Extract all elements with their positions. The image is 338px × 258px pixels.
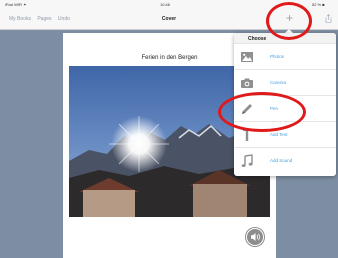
speaker-icon: [246, 228, 264, 246]
menu-label-add-text: Add Text: [270, 132, 288, 137]
share-icon[interactable]: [325, 14, 332, 23]
battery-indicator: 52 % ■: [312, 2, 325, 7]
menu-label-photos: Photos: [270, 54, 285, 59]
photos-icon: [241, 52, 253, 62]
red-annotation-circle-pen: [218, 92, 306, 132]
menu-label-camera: Camera: [270, 80, 287, 85]
menu-item-add-sound[interactable]: Add Sound: [234, 147, 336, 173]
music-note-icon: [241, 154, 253, 167]
camera-icon: [241, 78, 253, 88]
menu-item-photos[interactable]: Photos: [234, 43, 336, 69]
clock: 10:46: [160, 2, 171, 7]
menu-label-add-sound: Add Sound: [270, 158, 293, 163]
menu-item-camera[interactable]: Camera: [234, 69, 336, 95]
play-sound-button[interactable]: [245, 227, 265, 247]
red-annotation-circle-add: [266, 2, 312, 40]
carrier-indicator: iPad WiFi ✦: [5, 2, 27, 7]
